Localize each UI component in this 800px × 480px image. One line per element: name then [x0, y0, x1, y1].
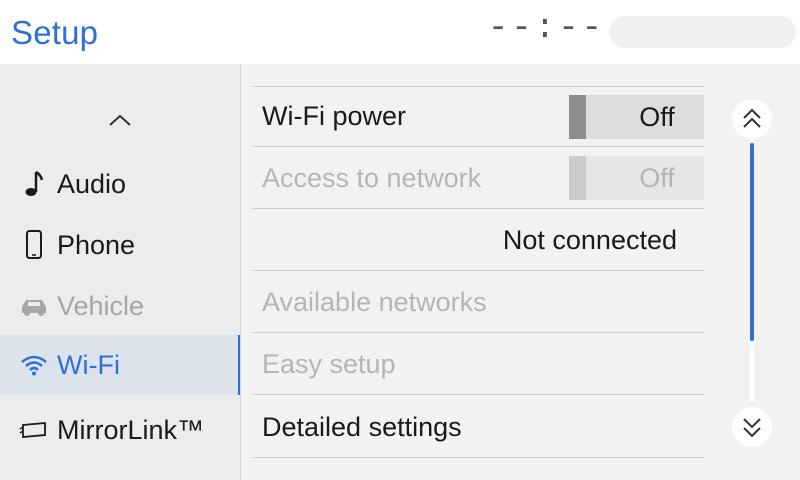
sidebar-item-label: Phone — [57, 229, 136, 260]
clock: --:-- — [488, 10, 606, 48]
mirrorlink-icon — [15, 419, 53, 441]
sidebar-item-label: MirrorLink™ — [57, 414, 205, 445]
row-label: Wi-Fi power — [262, 101, 407, 131]
status-bar — [609, 16, 796, 48]
scroll-down-button[interactable] — [732, 407, 772, 447]
scroll-up-button[interactable] — [732, 99, 772, 139]
row-label: Easy setup — [262, 348, 396, 379]
sidebar-item-label: Vehicle — [57, 290, 145, 321]
sidebar-divider — [240, 64, 241, 480]
access-to-network-toggle[interactable]: Off — [569, 156, 704, 200]
wifi-power-row[interactable]: Wi-Fi power Off — [252, 86, 704, 147]
toggle-state-label: Off — [639, 101, 675, 132]
toggle-knob — [569, 156, 586, 200]
sidebar-item-phone[interactable]: Phone — [0, 215, 240, 275]
row-label: Detailed settings — [262, 411, 462, 442]
sidebar-item-label: Audio — [57, 168, 127, 199]
sidebar-scroll-up-button[interactable] — [0, 92, 240, 148]
sidebar-item-vehicle[interactable]: Vehicle — [0, 276, 240, 336]
sidebar-item-wifi[interactable]: Wi-Fi — [0, 335, 240, 395]
connection-status-row: Not connected — [252, 210, 704, 271]
row-label: Available networks — [262, 286, 487, 317]
connection-status-text: Not connected — [502, 224, 677, 255]
available-networks-row[interactable]: Available networks — [252, 272, 704, 333]
chevron-up-icon — [109, 114, 131, 126]
easy-setup-row[interactable]: Easy setup — [252, 334, 704, 395]
sidebar: Audio Phone Vehicle Wi-Fi MirrorLink™ — [0, 64, 240, 480]
page-title: Setup — [11, 14, 99, 51]
wifi-power-toggle[interactable]: Off — [569, 95, 704, 139]
access-to-network-row[interactable]: Access to network Off — [252, 148, 704, 209]
detailed-settings-row[interactable]: Detailed settings — [252, 397, 704, 458]
sidebar-item-label: Wi-Fi — [57, 349, 120, 380]
car-icon — [15, 295, 53, 317]
sidebar-item-mirrorlink[interactable]: MirrorLink™ — [0, 400, 240, 460]
phone-icon — [15, 229, 53, 261]
scrollbar-thumb[interactable] — [750, 143, 754, 341]
double-chevron-down-icon — [743, 418, 761, 438]
row-label: Access to network — [262, 162, 482, 193]
sidebar-item-audio[interactable]: Audio — [0, 154, 240, 214]
wifi-icon — [15, 354, 53, 376]
music-note-icon — [15, 169, 53, 199]
toggle-state-label: Off — [639, 162, 675, 193]
toggle-knob — [569, 95, 586, 139]
header-bar: Setup --:-- — [0, 0, 800, 64]
double-chevron-up-icon — [743, 108, 761, 128]
